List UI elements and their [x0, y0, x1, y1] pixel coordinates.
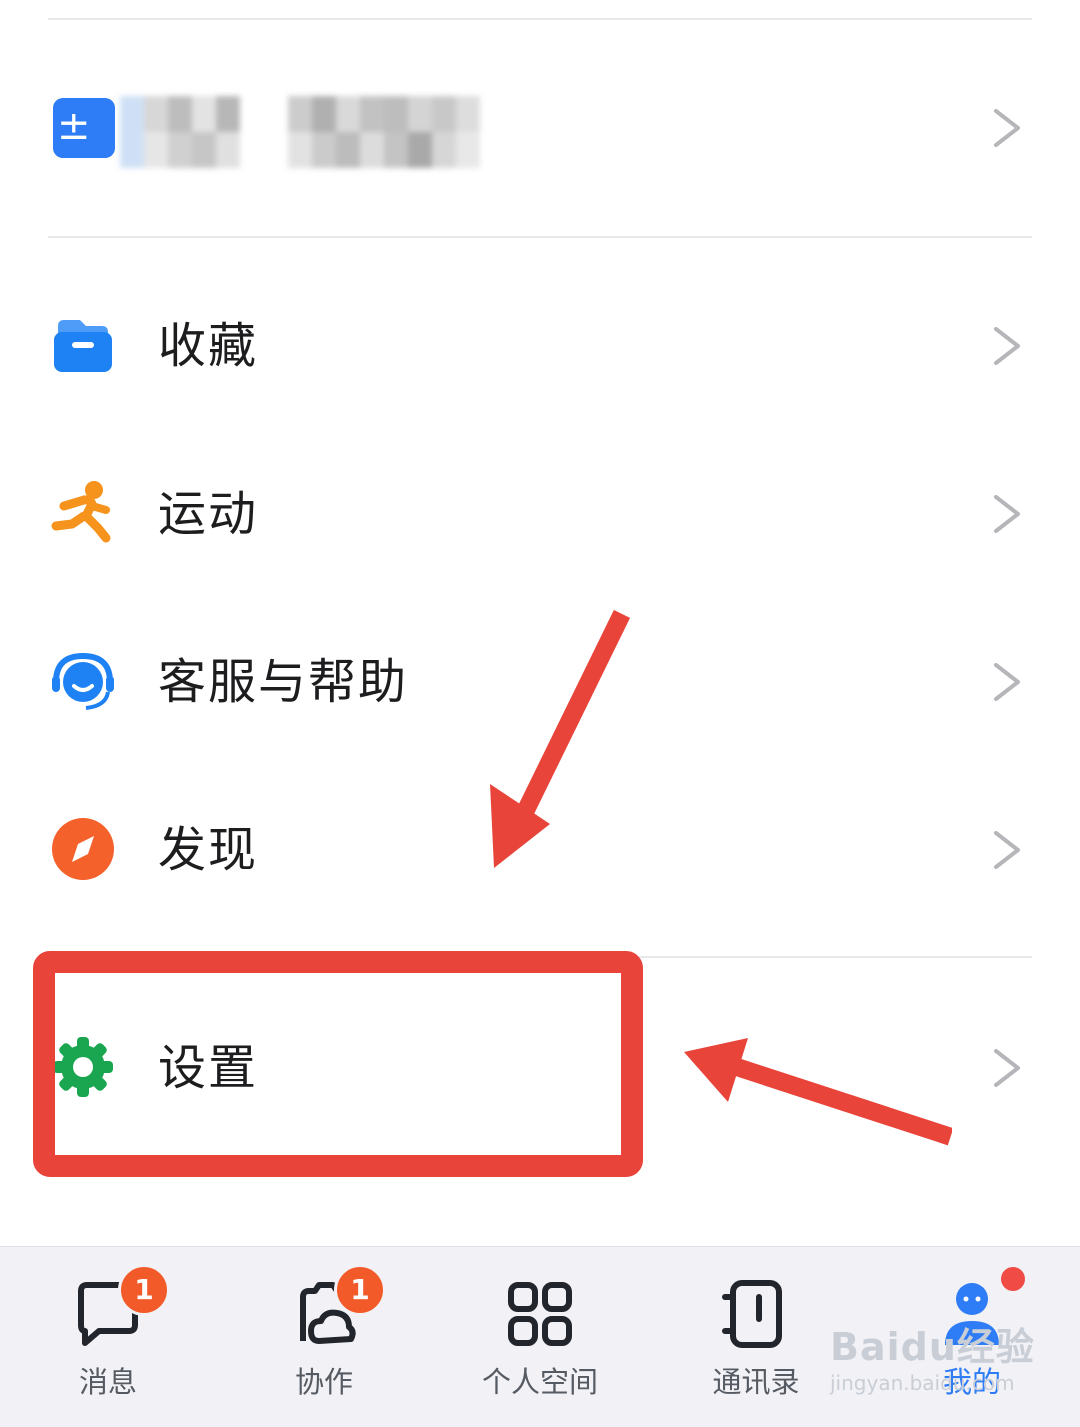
arrow-annotation-down [490, 610, 631, 868]
menu-item-sports[interactable]: 运动 [0, 430, 1080, 598]
chevron-right-icon [994, 1049, 1020, 1087]
organization-logo: ± [53, 98, 115, 158]
arrow-annotation-left [684, 1038, 952, 1146]
compass-icon [52, 818, 114, 880]
folder-icon [54, 320, 112, 372]
highlight-box-annotation [33, 951, 643, 1177]
chevron-right-icon [994, 495, 1020, 533]
tab-label-collab: 协作 [294, 1365, 353, 1399]
menu-label-support: 客服与帮助 [158, 654, 409, 710]
section-divider [48, 236, 1032, 238]
watermark-sub: jingyan.baidu.com [830, 1371, 1015, 1395]
running-person-icon [51, 481, 111, 543]
unread-badge: 1 [118, 1264, 170, 1316]
tab-label-space: 个人空间 [481, 1365, 598, 1399]
watermark-main: Baidu经验 [830, 1325, 1035, 1369]
tab-label-messages: 消息 [78, 1365, 137, 1399]
chevron-right-icon [994, 663, 1020, 701]
blurred-organization-name [120, 96, 540, 168]
tab-collab[interactable]: 1 协作 [216, 1247, 432, 1427]
unread-badge: 1 [334, 1264, 386, 1316]
chevron-right-icon [994, 109, 1020, 147]
tab-space[interactable]: 个人空间 [432, 1247, 648, 1427]
menu-item-favorites[interactable]: 收藏 [0, 262, 1080, 430]
menu-label-favorites: 收藏 [158, 318, 259, 374]
menu-label-sports: 运动 [158, 486, 259, 542]
address-book-icon [722, 1280, 782, 1348]
menu-label-discover: 发现 [158, 822, 259, 878]
chevron-right-icon [994, 327, 1020, 365]
grid-icon [508, 1282, 572, 1346]
baidu-jingyan-watermark: Baidu经验 jingyan.baidu.com [830, 1316, 1035, 1395]
tab-messages[interactable]: 1 消息 [0, 1247, 216, 1427]
notification-dot [1001, 1267, 1025, 1291]
chevron-right-icon [994, 831, 1020, 869]
customer-service-icon [52, 652, 114, 710]
